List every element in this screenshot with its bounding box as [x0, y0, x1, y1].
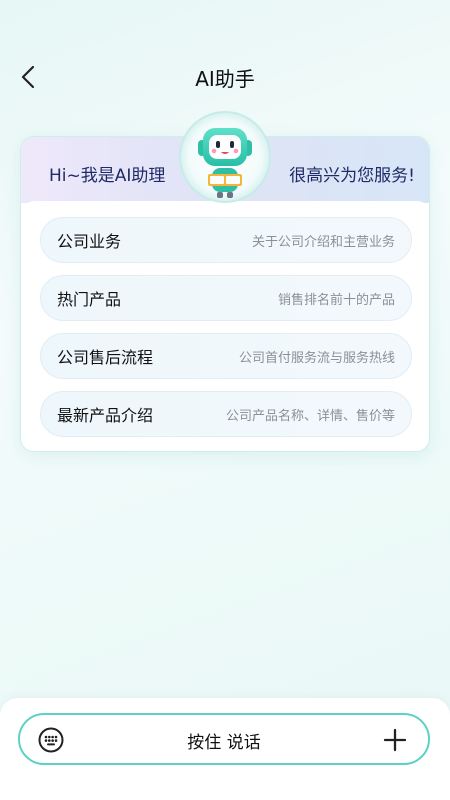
header-bar: AI助手 — [0, 52, 450, 102]
menu-item-desc: 公司首付服务流与服务热线 — [238, 350, 395, 366]
menu-item-desc: 关于公司介绍和主营业务 — [251, 234, 395, 250]
greeting-right-text: 很高兴为您服务! — [289, 166, 415, 186]
menu-item-after-sales[interactable]: 公司售后流程 公司首付服务流与服务热线 — [40, 333, 412, 379]
menu-item-hot-products[interactable]: 热门产品 销售排名前十的产品 — [40, 275, 412, 321]
quick-menu: 公司业务 关于公司介绍和主营业务 热门产品 销售排名前十的产品 公司售后流程 公… — [21, 201, 429, 451]
menu-item-desc: 销售排名前十的产品 — [277, 292, 395, 308]
menu-item-title: 公司业务 — [57, 232, 122, 251]
menu-item-title: 公司售后流程 — [57, 348, 154, 367]
voice-input-pill: 按住 说话 — [18, 713, 430, 765]
more-options-button[interactable] — [382, 727, 408, 753]
robot-avatar-icon — [174, 110, 276, 204]
page-title: AI助手 — [195, 67, 255, 91]
menu-item-new-products[interactable]: 最新产品介绍 公司产品名称、详情、售价等 — [40, 391, 412, 437]
input-bar: 按住 说话 — [0, 698, 450, 800]
plus-icon — [383, 728, 407, 752]
menu-item-desc: 公司产品名称、详情、售价等 — [225, 408, 395, 424]
menu-item-title: 热门产品 — [57, 290, 122, 309]
hold-to-talk-button[interactable]: 按住 说话 — [20, 728, 428, 753]
menu-item-company-business[interactable]: 公司业务 关于公司介绍和主营业务 — [40, 217, 412, 263]
menu-item-title: 最新产品介绍 — [57, 406, 154, 425]
greeting-left-text: Hi~我是AI助理 — [49, 166, 166, 186]
